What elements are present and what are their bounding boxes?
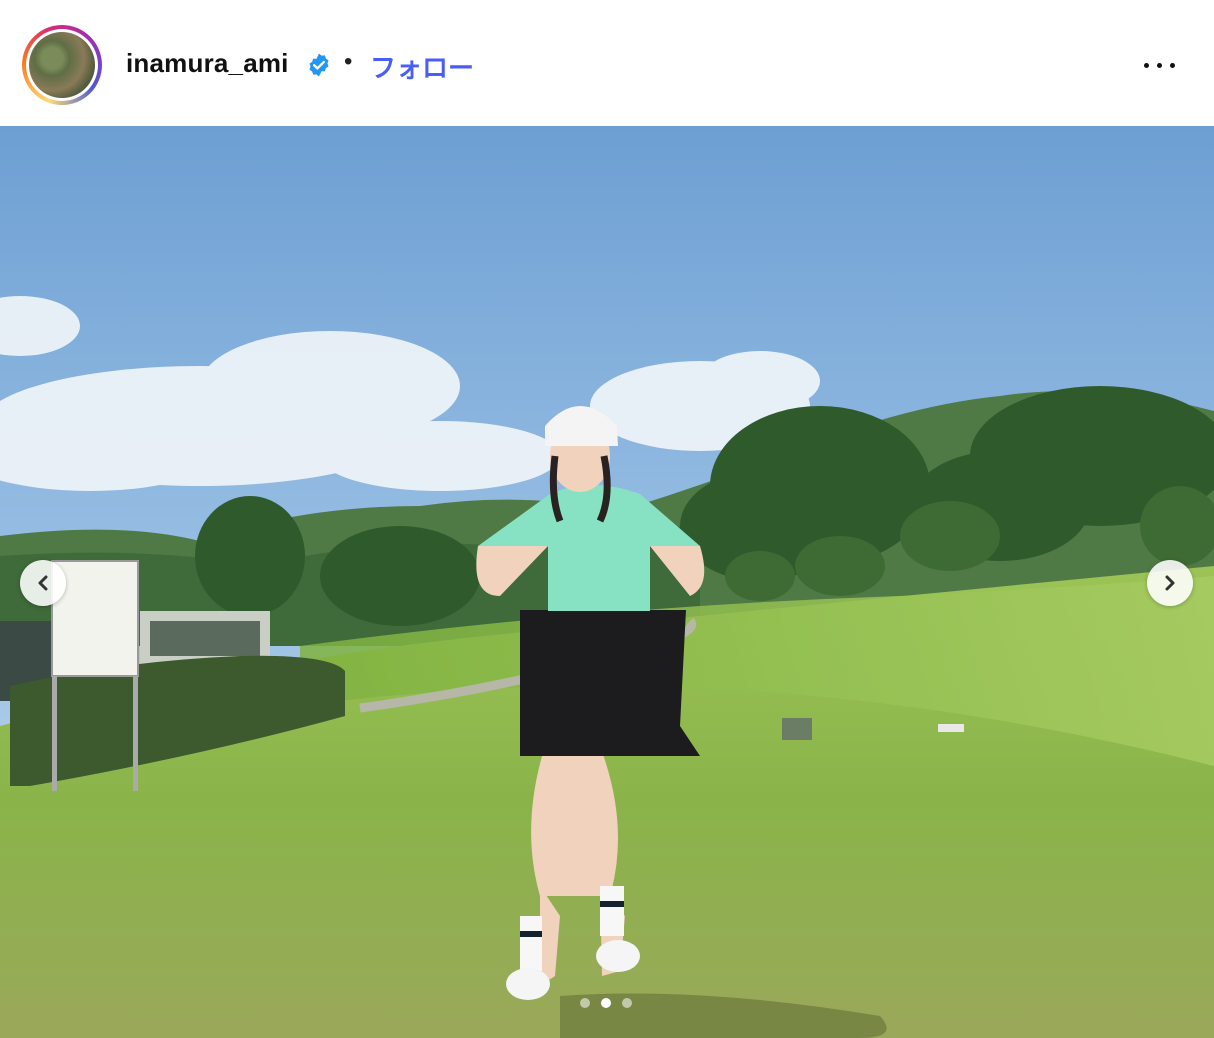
more-dot — [1170, 63, 1175, 68]
carousel-prev-button[interactable] — [20, 560, 66, 606]
username[interactable]: inamura_ami — [126, 48, 289, 79]
story-ring[interactable] — [22, 25, 102, 105]
separator-dot: • — [344, 48, 353, 75]
chevron-right-icon — [1165, 575, 1175, 591]
more-dot — [1157, 63, 1162, 68]
avatar[interactable] — [29, 32, 95, 98]
carousel-dot — [622, 998, 632, 1008]
follow-button[interactable]: フォロー — [370, 48, 474, 85]
more-dot — [1144, 63, 1149, 68]
golf-course-photo — [0, 126, 1214, 1038]
post-header: inamura_ami • フォロー — [0, 0, 1214, 126]
chevron-left-icon — [38, 575, 48, 591]
verified-badge-icon — [309, 53, 329, 77]
avatar-border — [26, 29, 98, 101]
carousel-dot-active — [601, 998, 611, 1008]
carousel-dot — [580, 998, 590, 1008]
more-options-icon[interactable] — [1142, 55, 1178, 75]
post-photo[interactable] — [0, 126, 1214, 1038]
carousel-next-button[interactable] — [1147, 560, 1193, 606]
